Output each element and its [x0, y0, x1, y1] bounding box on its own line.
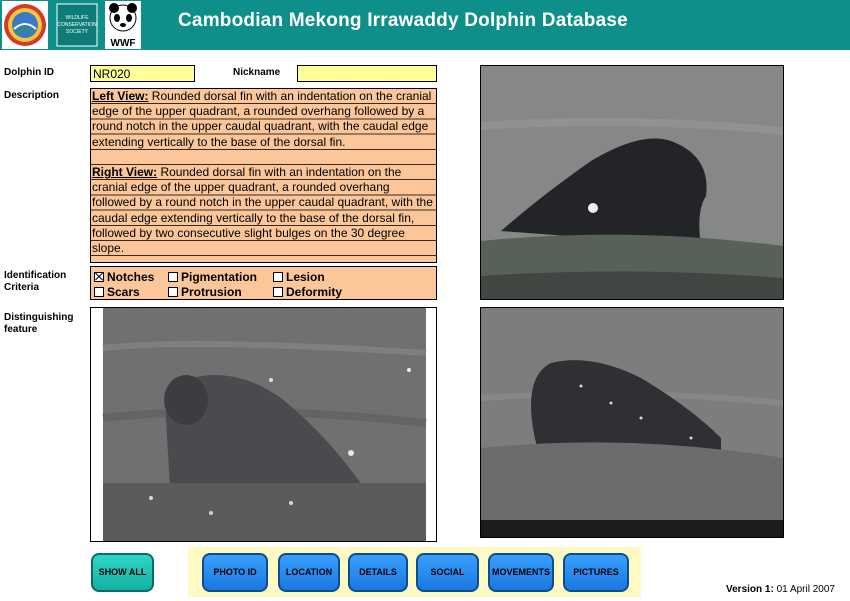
checkbox-icon[interactable] [273, 272, 283, 282]
dolphin-id-label: Dolphin ID [4, 67, 54, 78]
wcs-logo-text-2: CONSERVATION [57, 22, 97, 28]
distinguishing-feature-label: Distinguishing feature [4, 312, 73, 336]
criteria-notches[interactable]: Notches [94, 270, 154, 284]
pictures-button[interactable]: PICTURES [563, 553, 629, 592]
checkbox-icon[interactable] [273, 287, 283, 297]
criteria-label-line2: Criteria [4, 282, 40, 293]
left-view-paragraph: Left View: Rounded dorsal fin with an in… [92, 89, 435, 150]
location-button[interactable]: LOCATION [278, 553, 340, 592]
top-right-photo [480, 65, 784, 300]
criteria-label-line1: Identification [4, 270, 67, 281]
version-info: Version 1: 01 April 2007 [726, 584, 835, 595]
criteria-pigmentation-label: Pigmentation [181, 270, 258, 284]
right-view-paragraph: Right View: Rounded dorsal fin with an i… [92, 165, 435, 256]
criteria-scars-label: Scars [107, 285, 140, 299]
distinguishing-feature-photo [90, 307, 437, 542]
wwf-panda-logo: WWF [104, 0, 142, 50]
criteria-pigmentation[interactable]: Pigmentation [168, 270, 257, 284]
dolphin-fin-image [91, 308, 436, 541]
criteria-deformity-label: Deformity [286, 285, 343, 299]
criteria-protrusion-label: Protrusion [181, 285, 242, 299]
checkbox-icon[interactable] [94, 287, 104, 297]
feature-label-line2: feature [4, 324, 38, 335]
movements-button[interactable]: MOVEMENTS [488, 553, 554, 592]
dolphin-fin-image [481, 308, 783, 537]
nickname-label: Nickname [233, 67, 281, 78]
identification-criteria-label: Identification Criteria [4, 270, 66, 294]
identification-criteria-panel: Notches Pigmentation Lesion Scars Protru… [90, 266, 437, 300]
dolphin-fin-image [481, 66, 783, 299]
show-all-button[interactable]: SHOW ALL [91, 553, 154, 592]
description-textbox[interactable]: Left View: Rounded dorsal fin with an in… [90, 88, 437, 263]
wcs-logo-text-3: SOCIETY [66, 29, 89, 35]
app-title: Cambodian Mekong Irrawaddy Dolphin Datab… [178, 10, 628, 31]
fisheries-emblem-logo [1, 0, 49, 50]
photo-id-button[interactable]: PHOTO ID [202, 553, 268, 592]
feature-label-line1: Distinguishing [4, 312, 74, 323]
checkbox-icon[interactable] [168, 287, 178, 297]
dolphin-id-field[interactable] [90, 65, 195, 82]
description-label: Description [4, 90, 60, 101]
criteria-protrusion[interactable]: Protrusion [168, 285, 242, 299]
wcs-logo-text-1: WILDLIFE [65, 15, 89, 21]
social-button[interactable]: SOCIAL [416, 553, 479, 592]
wcs-logo: WILDLIFE CONSERVATION SOCIETY [53, 0, 101, 50]
app-header: WILDLIFE CONSERVATION SOCIETY WWF Cambod… [0, 0, 850, 50]
criteria-notches-label: Notches [107, 270, 155, 284]
details-button[interactable]: DETAILS [348, 553, 408, 592]
version-date: 01 April 2007 [773, 584, 835, 595]
criteria-lesion-label: Lesion [286, 270, 325, 284]
left-view-heading: Left View: [92, 89, 149, 103]
checkbox-checked-icon[interactable] [94, 272, 104, 282]
nickname-field[interactable] [297, 65, 437, 82]
criteria-deformity[interactable]: Deformity [273, 285, 342, 299]
bottom-right-photo [480, 307, 784, 538]
criteria-scars[interactable]: Scars [94, 285, 140, 299]
right-view-heading: Right View: [92, 165, 158, 179]
version-label: Version 1: [726, 584, 774, 595]
wwf-logo-text: WWF [111, 38, 136, 49]
criteria-lesion[interactable]: Lesion [273, 270, 325, 284]
checkbox-icon[interactable] [168, 272, 178, 282]
